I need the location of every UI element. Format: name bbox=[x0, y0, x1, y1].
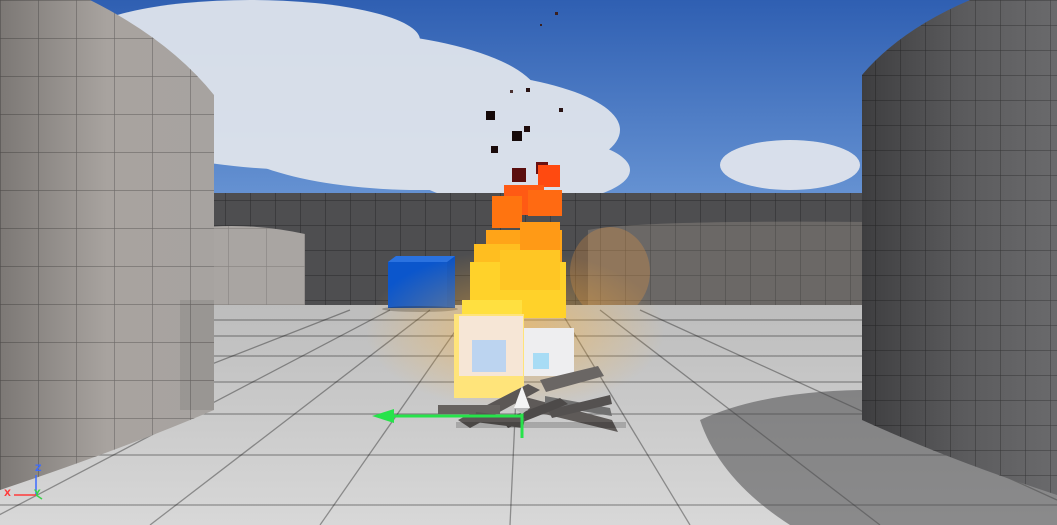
y-axis-label: Y bbox=[34, 489, 41, 499]
left-cylinder bbox=[0, 0, 214, 490]
axis-gizmo: Z X Y bbox=[4, 465, 48, 505]
x-axis-label: X bbox=[4, 489, 11, 499]
level-scene[interactable] bbox=[0, 0, 1057, 525]
right-cylinder bbox=[862, 0, 1057, 495]
z-axis-label: Z bbox=[35, 464, 42, 474]
game-viewport[interactable]: Z X Y bbox=[0, 0, 1057, 525]
